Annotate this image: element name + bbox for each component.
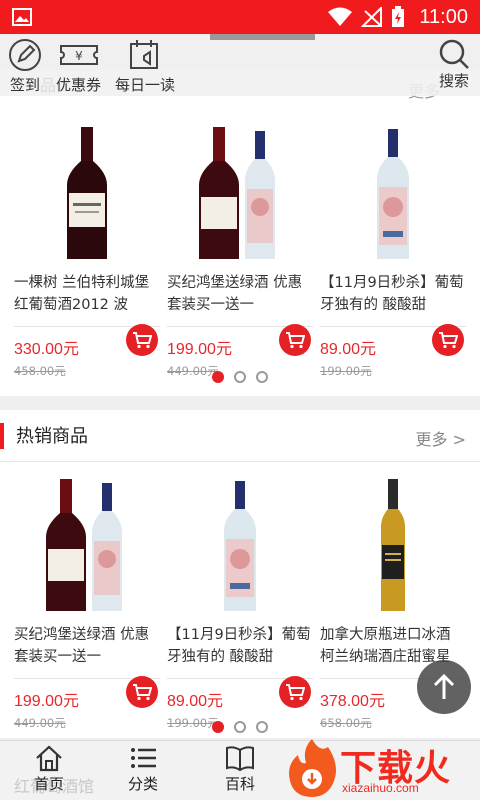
watermark-url: xiazaihuo.com [342, 781, 419, 795]
product-name: 【11月9日秒杀】葡萄牙独有的 酸酸甜 [320, 275, 464, 313]
product-card[interactable]: 买纪鸿堡送绿酒 优惠套装买一送一 199.00元 449.00元 [167, 118, 313, 379]
top-toolbar: 签到 ¥ 优惠券 每日一读 搜索 [0, 34, 480, 96]
product-card[interactable]: 买纪鸿堡送绿酒 优惠套装买一送一 199.00元 449.00元 [14, 470, 160, 731]
battery-charging-icon [392, 6, 405, 27]
carousel-dot[interactable] [256, 371, 268, 383]
add-to-cart-button[interactable] [279, 676, 311, 708]
product-name: 【11月9日秒杀】葡萄牙独有的 酸酸甜 [167, 627, 311, 665]
cart-icon [286, 684, 305, 701]
svg-text:¥: ¥ [75, 49, 83, 63]
daily-read-label: 每日一读 [115, 76, 176, 94]
product-image [320, 118, 466, 268]
product-card[interactable]: 【11月9日秒杀】葡萄牙独有的 酸酸甜 89.00元 199.00元 [167, 470, 313, 731]
add-to-cart-button[interactable] [279, 324, 311, 356]
list-icon [131, 748, 156, 768]
home-icon [36, 745, 62, 772]
checkin-label: 签到 [9, 76, 40, 94]
cart-icon [439, 332, 458, 349]
no-signal-icon [361, 7, 383, 27]
nav-encyclopedia-label: 百科 [224, 775, 255, 793]
calendar-icon [130, 40, 159, 69]
section-accent-bar [0, 423, 4, 449]
carousel-dot[interactable] [256, 721, 268, 733]
cart-icon [133, 684, 152, 701]
search-label: 搜索 [438, 72, 469, 90]
flame-logo-icon [289, 739, 336, 797]
cart-icon [286, 332, 305, 349]
product-image [167, 470, 313, 620]
add-to-cart-button[interactable] [126, 324, 158, 356]
carousel-dot[interactable] [234, 721, 246, 733]
product-image [14, 118, 160, 268]
carousel-dots [0, 721, 480, 733]
arrow-up-icon [433, 673, 455, 699]
checkin-button[interactable]: 签到 [8, 38, 42, 95]
coupon-button[interactable]: ¥ 优惠券 [56, 38, 101, 95]
wifi-icon [328, 7, 353, 26]
cart-icon [133, 332, 152, 349]
add-to-cart-button[interactable] [432, 324, 464, 356]
image-notification-icon [12, 8, 32, 26]
search-icon [439, 39, 469, 69]
product-card[interactable]: 一棵树 兰伯特利城堡红葡萄酒2012 波 330.00元 458.00元 [14, 118, 160, 379]
nav-encyclopedia[interactable]: 百科 [195, 743, 285, 794]
watermark-logo: 下载火 xiazaihuo.com [282, 735, 480, 800]
product-name: 一棵树 兰伯特利城堡红葡萄酒2012 波 [14, 275, 150, 313]
book-icon [226, 746, 254, 772]
carousel-dots [0, 371, 480, 383]
daily-read-button[interactable]: 每日一读 [115, 38, 175, 95]
carousel-dot[interactable] [212, 721, 224, 733]
back-to-top-button[interactable] [417, 660, 471, 714]
carousel-dot[interactable] [212, 371, 224, 383]
more-link-hot[interactable]: 更多 > [416, 426, 467, 450]
pencil-icon [9, 39, 41, 71]
product-image [320, 470, 466, 620]
nav-home[interactable]: 首页 [4, 743, 94, 794]
nav-home-label: 首页 [33, 775, 64, 793]
search-button[interactable]: 搜索 [438, 38, 470, 91]
status-bar: 11:00 [0, 0, 480, 34]
section-header-hot: 热销商品 更多 > [0, 410, 480, 462]
product-card[interactable]: 【11月9日秒杀】葡萄牙独有的 酸酸甜 89.00元 199.00元 [320, 118, 466, 379]
product-image [14, 470, 160, 620]
tab-indicator [210, 34, 315, 40]
add-to-cart-button[interactable] [126, 676, 158, 708]
coupon-icon: ¥ [59, 45, 98, 65]
nav-category[interactable]: 分类 [98, 743, 188, 794]
coupon-label: 优惠券 [56, 76, 102, 94]
product-image [167, 118, 313, 268]
clock: 11:00 [419, 5, 468, 28]
product-name: 买纪鸿堡送绿酒 优惠套装买一送一 [167, 275, 303, 313]
carousel-dot[interactable] [234, 371, 246, 383]
section-title: 热销商品 [16, 426, 88, 447]
product-name: 买纪鸿堡送绿酒 优惠套装买一送一 [14, 627, 150, 665]
nav-category-label: 分类 [127, 775, 158, 793]
